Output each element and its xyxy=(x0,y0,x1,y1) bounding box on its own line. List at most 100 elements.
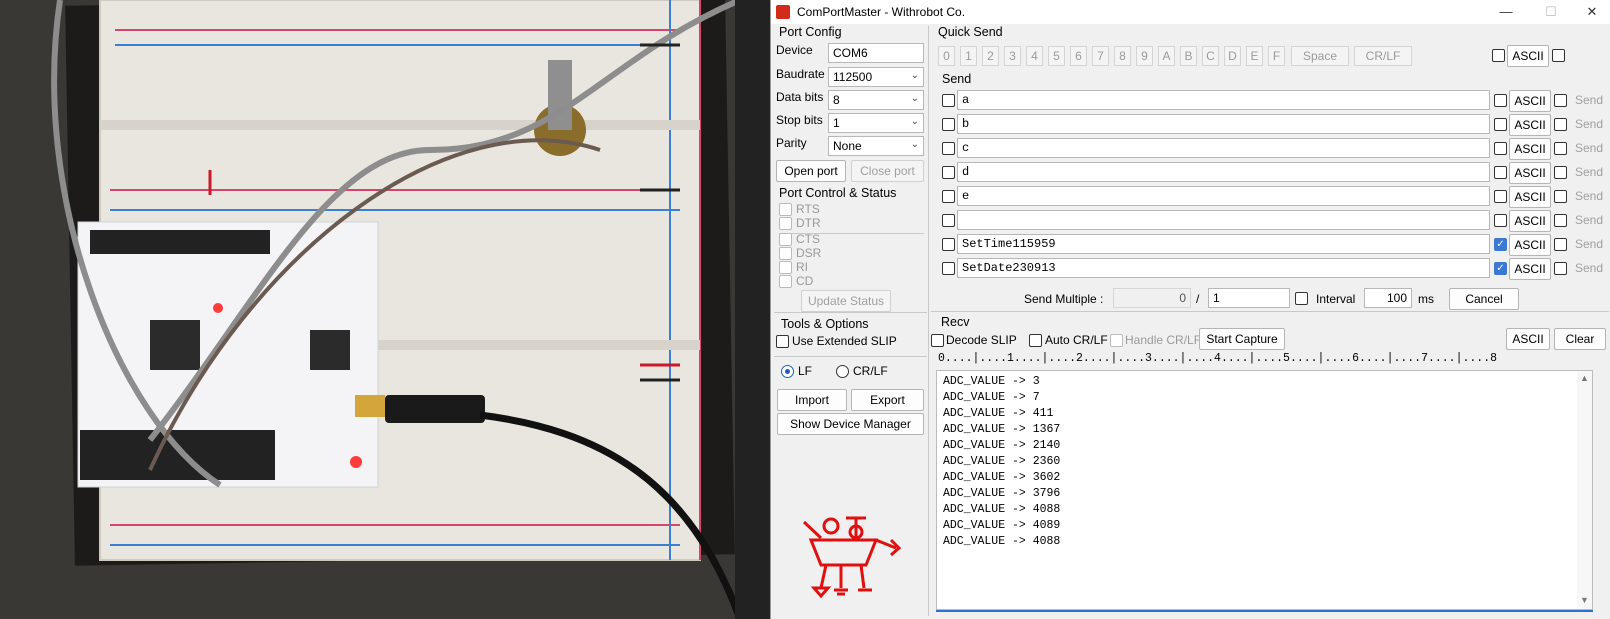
send-row-send-button[interactable]: Send xyxy=(1569,114,1609,136)
stopbits-select[interactable]: 1 ⌄ xyxy=(828,113,924,133)
update-status-button[interactable]: Update Status xyxy=(801,290,891,312)
decode-slip-checkbox[interactable] xyxy=(931,334,944,347)
quick-key-c[interactable]: C xyxy=(1202,46,1219,66)
quick-key-e[interactable]: E xyxy=(1246,46,1263,66)
recv-scrollbar[interactable]: ▲ ▼ xyxy=(1577,371,1592,609)
quick-key-a[interactable]: A xyxy=(1158,46,1175,66)
send-row-checkbox[interactable] xyxy=(942,94,955,107)
scroll-up-icon[interactable]: ▲ xyxy=(1580,373,1589,383)
send-row-ascii-checkbox[interactable] xyxy=(1494,190,1507,203)
quick-key-6[interactable]: 6 xyxy=(1070,46,1087,66)
send-row-ascii-checkbox[interactable] xyxy=(1494,142,1507,155)
interval-field[interactable]: 100 xyxy=(1364,288,1412,308)
send-row-send-checkbox[interactable] xyxy=(1554,214,1567,227)
send-row-checkbox[interactable] xyxy=(942,190,955,203)
quick-ascii-button[interactable]: ASCII xyxy=(1507,45,1549,67)
send-row-send-button[interactable]: Send xyxy=(1569,138,1609,160)
baudrate-select[interactable]: 112500 ⌄ xyxy=(828,67,924,87)
handle-crlf-checkbox[interactable] xyxy=(1110,334,1123,347)
use-extended-slip-checkbox[interactable] xyxy=(776,335,789,348)
lf-radio[interactable] xyxy=(781,365,794,378)
send-row-checkbox[interactable] xyxy=(942,166,955,179)
databits-select[interactable]: 8 ⌄ xyxy=(828,90,924,110)
send-row-checkbox[interactable] xyxy=(942,238,955,251)
send-row-send-button[interactable]: Send xyxy=(1569,162,1609,184)
send-row-send-button[interactable]: Send xyxy=(1569,258,1609,280)
send-row-ascii-button[interactable]: ASCII xyxy=(1509,90,1551,112)
send-row-ascii-button[interactable]: ASCII xyxy=(1509,210,1551,232)
dtr-checkbox[interactable] xyxy=(779,217,792,230)
quick-key-1[interactable]: 1 xyxy=(960,46,977,66)
send-row-send-button[interactable]: Send xyxy=(1569,90,1609,112)
quick-key-5[interactable]: 5 xyxy=(1048,46,1065,66)
send-row-input[interactable]: SetDate230913 xyxy=(957,258,1490,278)
rts-checkbox[interactable] xyxy=(779,203,792,216)
send-row-input[interactable]: b xyxy=(957,114,1490,134)
quick-key-8[interactable]: 8 xyxy=(1114,46,1131,66)
cancel-button[interactable]: Cancel xyxy=(1449,288,1519,310)
send-row-input[interactable]: SetTime115959 xyxy=(957,234,1490,254)
send-row-send-button[interactable]: Send xyxy=(1569,234,1609,256)
send-row-ascii-checkbox[interactable] xyxy=(1494,214,1507,227)
device-field[interactable]: COM6 xyxy=(828,43,924,63)
recv-ascii-button[interactable]: ASCII xyxy=(1506,328,1550,350)
send-row-ascii-button[interactable]: ASCII xyxy=(1509,258,1551,280)
close-port-button[interactable]: Close port xyxy=(851,160,924,182)
scroll-down-icon[interactable]: ▼ xyxy=(1580,595,1589,605)
send-row-ascii-button[interactable]: ASCII xyxy=(1509,138,1551,160)
send-row-input[interactable]: d xyxy=(957,162,1490,182)
quick-key-7[interactable]: 7 xyxy=(1092,46,1109,66)
send-row-checkbox[interactable] xyxy=(942,142,955,155)
crlf-radio[interactable] xyxy=(836,365,849,378)
send-row-ascii-button[interactable]: ASCII xyxy=(1509,234,1551,256)
quick-key-3[interactable]: 3 xyxy=(1004,46,1021,66)
send-row-send-checkbox[interactable] xyxy=(1554,142,1567,155)
send-row-checkbox[interactable] xyxy=(942,214,955,227)
send-row-checkbox[interactable] xyxy=(942,118,955,131)
send-row-input[interactable]: a xyxy=(957,90,1490,110)
quick-key-d[interactable]: D xyxy=(1224,46,1241,66)
send-row-checkbox[interactable] xyxy=(942,262,955,275)
auto-crlf-checkbox[interactable] xyxy=(1029,334,1042,347)
show-device-manager-button[interactable]: Show Device Manager xyxy=(777,413,924,435)
send-row-send-checkbox[interactable] xyxy=(1554,238,1567,251)
send-row-ascii-checkbox[interactable]: ✓ xyxy=(1494,262,1507,275)
quick-key-9[interactable]: 9 xyxy=(1136,46,1153,66)
minimize-button[interactable]: — xyxy=(1491,4,1521,20)
send-row-send-checkbox[interactable] xyxy=(1554,118,1567,131)
quick-crlf-button[interactable]: CR/LF xyxy=(1354,46,1412,66)
quick-key-f[interactable]: F xyxy=(1268,46,1285,66)
parity-select[interactable]: None ⌄ xyxy=(828,136,924,156)
send-row-send-button[interactable]: Send xyxy=(1569,210,1609,232)
send-row-input[interactable]: e xyxy=(957,186,1490,206)
quick-key-b[interactable]: B xyxy=(1180,46,1197,66)
export-button[interactable]: Export xyxy=(851,389,924,411)
send-row-ascii-checkbox[interactable]: ✓ xyxy=(1494,238,1507,251)
quick-key-4[interactable]: 4 xyxy=(1026,46,1043,66)
send-multiple-checkbox[interactable] xyxy=(1295,292,1308,305)
quick-send-checkbox[interactable] xyxy=(1552,49,1565,62)
send-row-ascii-button[interactable]: ASCII xyxy=(1509,162,1551,184)
maximize-button[interactable]: ☐ xyxy=(1536,4,1566,20)
quick-key-2[interactable]: 2 xyxy=(982,46,999,66)
send-row-ascii-checkbox[interactable] xyxy=(1494,166,1507,179)
send-row-send-checkbox[interactable] xyxy=(1554,94,1567,107)
send-row-input[interactable]: c xyxy=(957,138,1490,158)
send-row-send-checkbox[interactable] xyxy=(1554,190,1567,203)
send-row-ascii-checkbox[interactable] xyxy=(1494,118,1507,131)
start-capture-button[interactable]: Start Capture xyxy=(1199,328,1285,350)
import-button[interactable]: Import xyxy=(777,389,847,411)
send-row-send-checkbox[interactable] xyxy=(1554,262,1567,275)
open-port-button[interactable]: Open port xyxy=(776,160,846,182)
send-row-ascii-checkbox[interactable] xyxy=(1494,94,1507,107)
close-button[interactable]: ✕ xyxy=(1577,4,1607,20)
send-multiple-total-field[interactable]: 1 xyxy=(1208,288,1290,308)
quick-key-0[interactable]: 0 xyxy=(938,46,955,66)
recv-text-area[interactable]: ADC_VALUE -> 3 ADC_VALUE -> 7 ADC_VALUE … xyxy=(936,370,1593,610)
send-row-ascii-button[interactable]: ASCII xyxy=(1509,114,1551,136)
clear-button[interactable]: Clear xyxy=(1554,328,1606,350)
send-row-send-checkbox[interactable] xyxy=(1554,166,1567,179)
quick-ascii-checkbox[interactable] xyxy=(1492,49,1505,62)
send-row-ascii-button[interactable]: ASCII xyxy=(1509,186,1551,208)
quick-space-button[interactable]: Space xyxy=(1291,46,1349,66)
